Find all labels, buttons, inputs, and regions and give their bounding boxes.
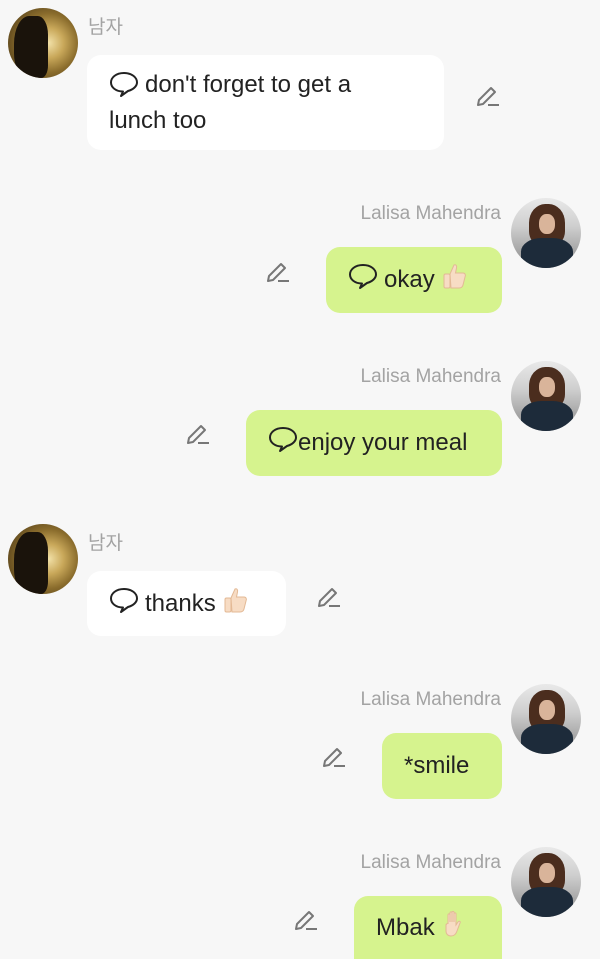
message-bubble[interactable]: enjoy your meal xyxy=(246,410,502,476)
message-bubble[interactable]: Mbak xyxy=(354,896,502,959)
thumbs-up-emoji xyxy=(441,262,469,298)
message-text: Mbak xyxy=(376,913,435,941)
chat-bubble-icon xyxy=(109,586,139,622)
avatar-male[interactable] xyxy=(8,8,78,78)
avatar-female[interactable] xyxy=(511,847,581,917)
message-bubble[interactable]: thanks xyxy=(87,571,286,636)
sender-name: 남자 xyxy=(88,17,123,38)
pencil-edit-icon[interactable] xyxy=(293,906,319,932)
pencil-edit-icon[interactable] xyxy=(316,583,342,609)
sender-name: Lalisa Mahendra xyxy=(360,852,501,873)
avatar-female[interactable] xyxy=(511,684,581,754)
avatar-female[interactable] xyxy=(511,361,581,431)
pencil-edit-icon[interactable] xyxy=(265,258,291,284)
pencil-edit-icon[interactable] xyxy=(321,743,347,769)
avatar-male[interactable] xyxy=(8,524,78,594)
message-text: lunch too xyxy=(109,106,207,134)
raised-hand-emoji xyxy=(441,910,467,946)
message-bubble[interactable]: don't forget to get a lunch too xyxy=(87,55,444,150)
sender-name: Lalisa Mahendra xyxy=(360,689,501,710)
message-text: don't forget to get a xyxy=(145,70,352,98)
pencil-edit-icon[interactable] xyxy=(185,420,211,446)
message-bubble[interactable]: okay xyxy=(326,247,502,313)
avatar-female[interactable] xyxy=(511,198,581,268)
chat-bubble-icon xyxy=(268,425,298,461)
message-text: thanks xyxy=(145,589,216,617)
pencil-edit-icon[interactable] xyxy=(475,82,501,108)
thumbs-up-emoji xyxy=(222,586,250,622)
message-text: okay xyxy=(384,266,435,293)
message-text: *smile xyxy=(404,752,470,779)
sender-name: Lalisa Mahendra xyxy=(360,366,501,387)
message-text: enjoy your meal xyxy=(298,429,468,456)
message-bubble[interactable]: *smile xyxy=(382,733,502,799)
sender-name: Lalisa Mahendra xyxy=(360,203,501,224)
chat-bubble-icon xyxy=(348,262,378,298)
chat-bubble-icon xyxy=(109,70,139,106)
sender-name: 남자 xyxy=(88,533,123,554)
